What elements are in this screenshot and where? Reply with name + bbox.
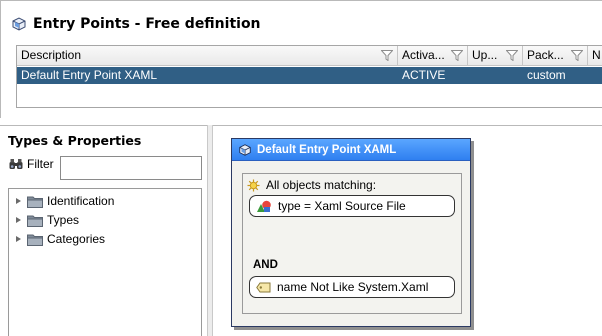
match-label: All objects matching: — [266, 178, 377, 192]
filter-icon[interactable] — [451, 50, 463, 61]
cell-package: custom — [527, 68, 566, 82]
column-header-label: Description — [21, 48, 82, 62]
expand-arrow-icon[interactable] — [13, 234, 23, 244]
table-header: Description Activa... Up... Pack... N — [17, 46, 602, 66]
column-header-activation[interactable]: Activa... — [398, 46, 468, 66]
condition-text: type = Xaml Source File — [278, 199, 406, 213]
card-title: Default Entry Point XAML — [257, 143, 397, 156]
tree-item-categories[interactable]: Categories — [13, 230, 105, 248]
types-properties-panel: Types & Properties Filter Identification — [0, 125, 207, 336]
types-tree: Identification Types Categories — [8, 188, 202, 336]
folder-icon — [27, 234, 43, 246]
column-header-updated[interactable]: Up... — [468, 46, 523, 66]
tree-item-label: Categories — [47, 232, 106, 246]
filter-label: Filter — [27, 157, 54, 171]
cell-updated — [468, 67, 523, 84]
column-header-label: Up... — [472, 48, 498, 62]
condition-name[interactable]: name Not Like System.Xaml — [249, 276, 455, 298]
tree-item-label: Identification — [47, 194, 115, 208]
sun-icon — [247, 179, 260, 191]
filter-icon[interactable] — [506, 50, 518, 61]
match-row: All objects matching: — [247, 178, 376, 192]
entry-point-icon — [11, 16, 27, 32]
entry-points-header: Entry Points - Free definition Descripti… — [0, 0, 602, 118]
filter-icon[interactable] — [571, 50, 583, 61]
column-header-label: Pack... — [527, 48, 564, 62]
column-header-label: Activa... — [402, 48, 445, 62]
operator-label: AND — [253, 259, 278, 271]
filter-row: Filter — [9, 157, 54, 171]
entry-point-card[interactable]: Default Entry Point XAML All objects mat… — [231, 138, 471, 327]
expand-arrow-icon[interactable] — [13, 215, 23, 225]
panel-title: Types & Properties — [8, 133, 142, 148]
condition-text: name Not Like System.Xaml — [277, 280, 429, 294]
column-header-label: N — [592, 48, 601, 62]
entry-points-table[interactable]: Description Activa... Up... Pack... N De… — [16, 45, 602, 108]
page-title: Entry Points - Free definition — [33, 16, 261, 32]
filter-icon[interactable] — [381, 50, 393, 61]
type-shapes-icon — [257, 200, 271, 212]
table-row[interactable]: Default Entry Point XAML ACTIVE custom — [17, 67, 602, 84]
column-header-package[interactable]: Pack... — [523, 46, 588, 66]
title-row: Entry Points - Free definition — [11, 15, 261, 33]
cell-activation: ACTIVE — [402, 68, 446, 82]
filter-input[interactable] — [60, 156, 202, 180]
expand-arrow-icon[interactable] — [13, 196, 23, 206]
folder-icon — [27, 196, 43, 208]
condition-group[interactable]: All objects matching: type = Xaml Source… — [242, 173, 462, 314]
card-header[interactable]: Default Entry Point XAML — [232, 139, 470, 161]
tree-item-types[interactable]: Types — [13, 211, 79, 229]
cell-n — [588, 67, 602, 84]
column-header-description[interactable]: Description — [17, 46, 398, 66]
cell-description: Default Entry Point XAML — [21, 68, 158, 82]
folder-icon — [27, 215, 43, 227]
tree-item-identification[interactable]: Identification — [13, 192, 114, 210]
condition-type[interactable]: type = Xaml Source File — [249, 195, 455, 217]
entry-point-icon — [239, 143, 251, 156]
tag-icon — [256, 282, 271, 292]
binoculars-icon — [9, 159, 23, 169]
column-header-n[interactable]: N — [588, 46, 602, 66]
tree-item-label: Types — [47, 213, 80, 227]
